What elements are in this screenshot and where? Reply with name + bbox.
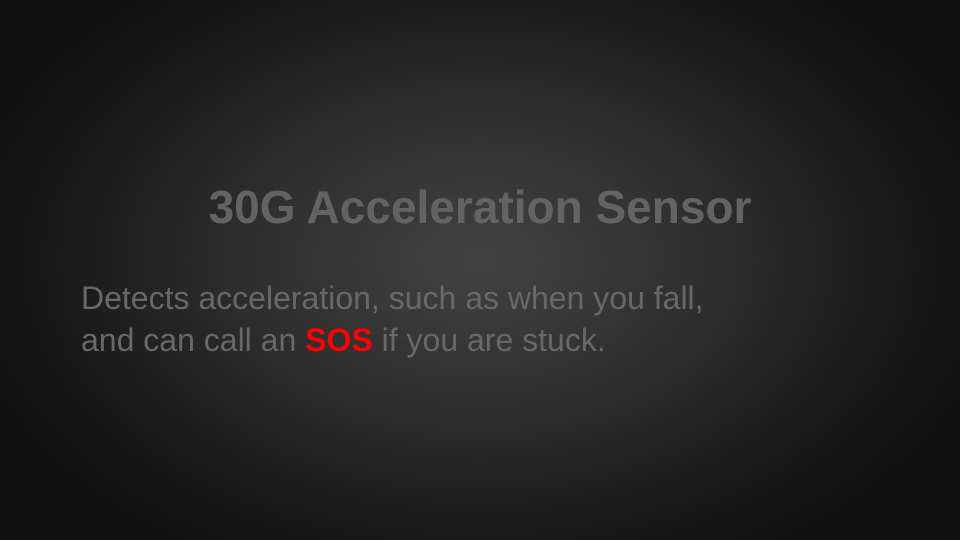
body-line-1: Detects acceleration, such as when you f…	[81, 280, 704, 316]
body-line-2-after: if you are stuck.	[372, 322, 606, 358]
slide-body: Detects acceleration, such as when you f…	[81, 277, 881, 361]
sos-highlight: SOS	[305, 322, 373, 358]
body-line-2-before: and can call an	[81, 322, 306, 358]
slide: 30G Acceleration Sensor Detects accelera…	[0, 0, 960, 540]
slide-title: 30G Acceleration Sensor	[208, 181, 752, 233]
body-line-2: and can call an SOS if you are stuck.	[81, 319, 881, 361]
